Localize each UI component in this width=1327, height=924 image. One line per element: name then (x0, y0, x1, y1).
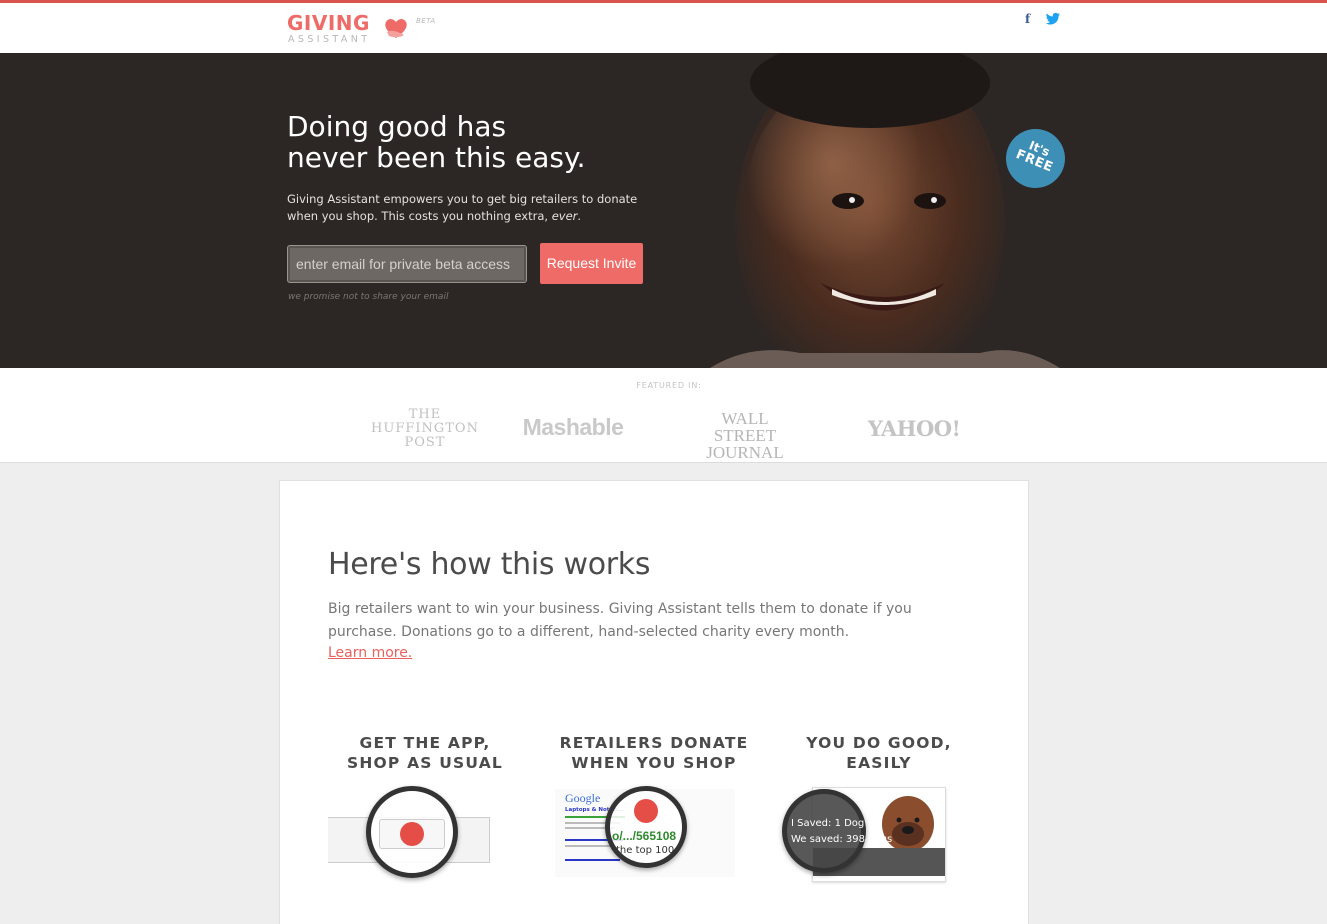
learn-more-link[interactable]: Learn more. (328, 645, 412, 661)
huff-line2: HUFFINGTON (371, 421, 479, 436)
giving-assistant-icon (400, 822, 424, 846)
featured-in-bar: FEATURED IN: THE HUFFINGTON POST Mashabl… (0, 368, 1327, 463)
step1-line1: GET THE APP, (359, 734, 491, 752)
how-it-works-card: Here's how this works Big retailers want… (279, 480, 1029, 924)
hero-description-text: Giving Assistant empowers you to get big… (287, 192, 638, 223)
hero-section: Doing good has never been this easy. Giv… (0, 53, 1327, 368)
site-header: GIVING ASSISTANT BETA f (0, 3, 1327, 53)
how-it-works-title: Here's how this works (328, 547, 651, 582)
huffington-post-logo: THE HUFFINGTON POST (365, 408, 485, 450)
giving-assistant-icon (634, 799, 658, 823)
hero-title-line2: never been this easy. (287, 141, 586, 174)
saved-count-label: I Saved: 1 Dog (791, 818, 865, 829)
step3-line2: EASILY (846, 754, 912, 772)
wall-street-journal-logo: WALL STREET JOURNAL (692, 410, 798, 461)
step-title-retailers-donate: RETAILERS DONATE WHEN YOU SHOP (549, 733, 759, 773)
facebook-icon[interactable]: f (1025, 12, 1035, 26)
hero-title-line1: Doing good has (287, 110, 507, 143)
yahoo-logo: YAHOO! (867, 416, 961, 441)
step2-line2: WHEN YOU SHOP (571, 754, 737, 772)
beta-label: BETA (416, 17, 436, 25)
result-text-line (565, 845, 615, 847)
request-invite-button[interactable]: Request Invite (540, 243, 643, 284)
logo[interactable]: GIVING ASSISTANT BETA (287, 12, 447, 48)
huff-line1: THE (408, 407, 442, 422)
email-input[interactable] (287, 245, 527, 283)
search-results-illustration: Google Laptops & Noteb... o/.../565108 t… (555, 781, 745, 896)
result-link-line (565, 859, 620, 861)
logo-word-assistant: ASSISTANT (288, 34, 371, 45)
highlighted-url: o/.../565108 (612, 829, 677, 843)
browser-extension-illustration (328, 781, 518, 896)
mashable-logo: Mashable (522, 414, 624, 440)
hero-title: Doing good has never been this easy. (287, 111, 667, 173)
step1-line2: SHOP AS USUAL (347, 754, 503, 772)
savings-dog-illustration: I Saved: 1 Dog We saved: 398 dogs (782, 781, 992, 896)
privacy-note: we promise not to share your email (288, 292, 449, 302)
step-title-get-app: GET THE APP, SHOP AS USUAL (320, 733, 530, 773)
huff-line3: POST (404, 435, 446, 450)
how-it-works-description: Big retailers want to win your business.… (328, 601, 912, 640)
magnifier-circle: I Saved: 1 Dog We saved: 398 dogs (782, 789, 892, 873)
magnifier-circle (366, 786, 458, 878)
twitter-icon[interactable] (1045, 12, 1061, 26)
highlighted-snippet: the top 100 (616, 845, 675, 856)
smiling-child-photo (600, 53, 1100, 368)
google-logo: Google (565, 791, 601, 805)
heart-hand-icon (385, 19, 407, 38)
hero-description-suffix: . (577, 209, 582, 223)
hero-description: Giving Assistant empowers you to get big… (287, 191, 667, 225)
wsj-line1: WALL STREET (713, 409, 777, 445)
we-saved-label: We saved: 398 dogs (791, 834, 893, 845)
hero-description-emphasis: ever (551, 209, 578, 223)
step3-line1: YOU DO GOOD, (806, 734, 952, 752)
logo-word-giving: GIVING (287, 11, 370, 35)
step-title-you-do-good: YOU DO GOOD, EASILY (774, 733, 984, 773)
magnifier-circle: o/.../565108 the top 100 (605, 786, 687, 868)
featured-label: FEATURED IN: (636, 381, 702, 390)
wsj-line2: JOURNAL (706, 443, 784, 462)
step2-line1: RETAILERS DONATE (559, 734, 749, 752)
